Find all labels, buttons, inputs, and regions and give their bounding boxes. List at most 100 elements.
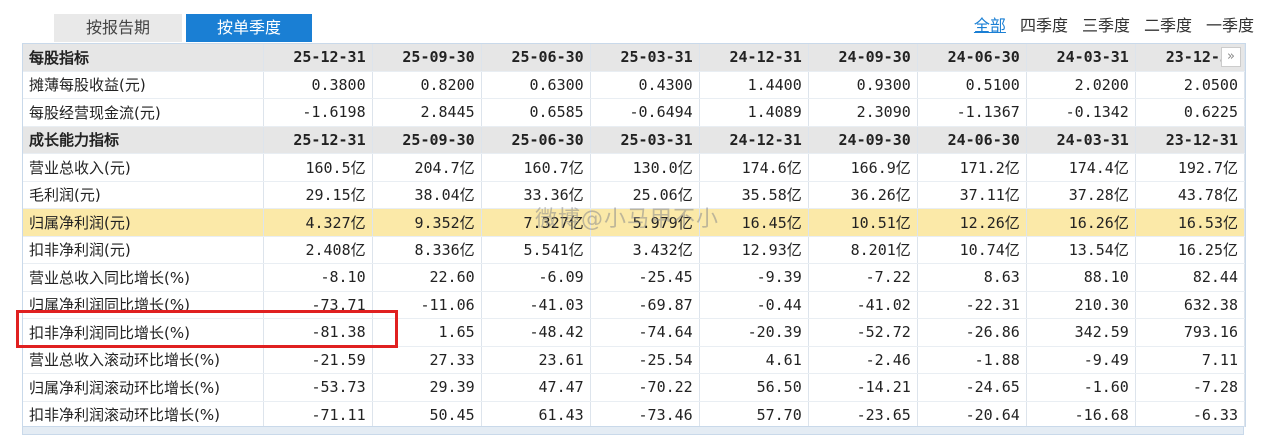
value-cell: -0.44 bbox=[699, 291, 809, 319]
row-label: 归属净利润(元) bbox=[23, 208, 264, 237]
financial-indicators-table: 每股指标 25-12-31 25-09-30 25-06-30 25-03-31 24-1… bbox=[23, 44, 1245, 427]
row-label: 归属净利润滚动环比增长(%) bbox=[23, 373, 264, 402]
value-cell: -0.1342 bbox=[1026, 98, 1136, 127]
value-cell: -41.02 bbox=[808, 291, 918, 319]
value-cell: 38.04亿 bbox=[372, 181, 482, 209]
value-cell: 36.26亿 bbox=[808, 181, 918, 209]
row-label: 营业总收入同比增长(%) bbox=[23, 263, 264, 292]
value-cell: 160.5亿 bbox=[263, 153, 373, 182]
value-cell: 0.9300 bbox=[808, 71, 918, 99]
table-row: 扣非净利润滚动环比增长(%) -71.11 50.45 61.43 -73.46 57.7… bbox=[23, 401, 1245, 427]
value-cell: 10.51亿 bbox=[808, 208, 918, 237]
value-cell: 3.432亿 bbox=[590, 236, 700, 264]
value-cell: -1.1367 bbox=[917, 98, 1027, 127]
row-label: 营业总收入(元) bbox=[23, 153, 264, 182]
value-cell: -14.21 bbox=[808, 373, 918, 402]
value-cell: 5.979亿 bbox=[590, 208, 700, 237]
section-header-row: 成长能力指标 25-12-31 25-09-30 25-06-30 25-03-31 24… bbox=[23, 126, 1245, 154]
value-cell: -7.22 bbox=[808, 263, 918, 292]
value-cell: -52.72 bbox=[808, 318, 918, 347]
date-header-cell: 25-06-30 bbox=[481, 126, 591, 154]
tab-single-quarter[interactable]: 按单季度 bbox=[186, 14, 312, 42]
value-cell: 7.327亿 bbox=[481, 208, 591, 237]
value-cell: -9.49 bbox=[1026, 346, 1136, 374]
value-cell: -1.60 bbox=[1026, 373, 1136, 402]
filter-q3[interactable]: 三季度 bbox=[1082, 12, 1130, 36]
table-row: 归属净利润(元) 4.327亿 9.352亿 7.327亿 5.979亿 16.45亿 10… bbox=[23, 208, 1245, 237]
date-header-cell: 25-09-30 bbox=[372, 126, 482, 154]
value-cell: 57.70 bbox=[699, 401, 809, 427]
value-cell: 10.74亿 bbox=[917, 236, 1027, 264]
value-cell: 82.44 bbox=[1135, 263, 1245, 292]
value-cell: 43.78亿 bbox=[1135, 181, 1245, 209]
value-cell: 4.327亿 bbox=[263, 208, 373, 237]
table-row: 摊薄每股收益(元) 0.3800 0.8200 0.6300 0.4300 1.4400 0… bbox=[23, 71, 1245, 99]
value-cell: -2.46 bbox=[808, 346, 918, 374]
view-tabs: 按报告期 按单季度 bbox=[54, 14, 312, 42]
value-cell: 192.7亿 bbox=[1135, 153, 1245, 182]
value-cell: -41.03 bbox=[481, 291, 591, 319]
scroll-right-button[interactable]: » bbox=[1221, 47, 1241, 67]
date-header-cell: 23-12-31 bbox=[1135, 126, 1245, 154]
value-cell: 2.3090 bbox=[808, 98, 918, 127]
value-cell: -22.31 bbox=[917, 291, 1027, 319]
value-cell: 8.336亿 bbox=[372, 236, 482, 264]
value-cell: 37.28亿 bbox=[1026, 181, 1136, 209]
value-cell: -69.87 bbox=[590, 291, 700, 319]
table-row: 每股经营现金流(元) -1.6198 2.8445 0.6585 -0.6494 1.40… bbox=[23, 98, 1245, 127]
table-row: 营业总收入滚动环比增长(%) -21.59 27.33 23.61 -25.54 4.61… bbox=[23, 346, 1245, 374]
value-cell: -23.65 bbox=[808, 401, 918, 427]
value-cell: 2.0500 bbox=[1135, 71, 1245, 99]
value-cell: 2.8445 bbox=[372, 98, 482, 127]
value-cell: 29.39 bbox=[372, 373, 482, 402]
date-header-cell: 24-03-31 bbox=[1026, 126, 1136, 154]
value-cell: 0.8200 bbox=[372, 71, 482, 99]
value-cell: -11.06 bbox=[372, 291, 482, 319]
date-header-cell: 24-09-30 bbox=[808, 44, 918, 72]
value-cell: 4.61 bbox=[699, 346, 809, 374]
date-header-cell: 24-09-30 bbox=[808, 126, 918, 154]
row-label: 毛利润(元) bbox=[23, 181, 264, 209]
value-cell: 35.58亿 bbox=[699, 181, 809, 209]
value-cell: 793.16 bbox=[1135, 318, 1245, 347]
filter-all[interactable]: 全部 bbox=[974, 12, 1006, 36]
value-cell: 16.53亿 bbox=[1135, 208, 1245, 237]
value-cell: 0.6300 bbox=[481, 71, 591, 99]
table-row: 扣非净利润同比增长(%) -81.38 1.65 -48.42 -74.64 -20.39… bbox=[23, 318, 1245, 347]
section-title: 成长能力指标 bbox=[23, 126, 264, 154]
value-cell: -53.73 bbox=[263, 373, 373, 402]
tab-report-period[interactable]: 按报告期 bbox=[54, 14, 182, 42]
filter-q1[interactable]: 一季度 bbox=[1206, 12, 1254, 36]
value-cell: -71.11 bbox=[263, 401, 373, 427]
row-label: 摊薄每股收益(元) bbox=[23, 71, 264, 99]
filter-q4[interactable]: 四季度 bbox=[1020, 12, 1068, 36]
value-cell: 0.5100 bbox=[917, 71, 1027, 99]
table-row: 扣非净利润(元) 2.408亿 8.336亿 5.541亿 3.432亿 12.93亿 8.… bbox=[23, 236, 1245, 264]
value-cell: 210.30 bbox=[1026, 291, 1136, 319]
value-cell: 204.7亿 bbox=[372, 153, 482, 182]
row-label: 归属净利润同比增长(%) bbox=[23, 291, 264, 319]
row-label: 扣非净利润同比增长(%) bbox=[23, 318, 264, 347]
row-label: 营业总收入滚动环比增长(%) bbox=[23, 346, 264, 374]
value-cell: 13.54亿 bbox=[1026, 236, 1136, 264]
value-cell: 1.4400 bbox=[699, 71, 809, 99]
value-cell: 29.15亿 bbox=[263, 181, 373, 209]
value-cell: 61.43 bbox=[481, 401, 591, 427]
horizontal-scrollbar[interactable] bbox=[22, 426, 1244, 435]
section-header-row: 每股指标 25-12-31 25-09-30 25-06-30 25-03-31 24-1… bbox=[23, 44, 1245, 72]
value-cell: 12.26亿 bbox=[917, 208, 1027, 237]
value-cell: -26.86 bbox=[917, 318, 1027, 347]
filter-q2[interactable]: 二季度 bbox=[1144, 12, 1192, 36]
value-cell: 174.4亿 bbox=[1026, 153, 1136, 182]
value-cell: -20.39 bbox=[699, 318, 809, 347]
value-cell: -48.42 bbox=[481, 318, 591, 347]
section-title: 每股指标 bbox=[23, 44, 264, 72]
value-cell: 50.45 bbox=[372, 401, 482, 427]
value-cell: 27.33 bbox=[372, 346, 482, 374]
value-cell: 16.45亿 bbox=[699, 208, 809, 237]
value-cell: -1.6198 bbox=[263, 98, 373, 127]
date-header-cell: 24-12-31 bbox=[699, 44, 809, 72]
value-cell: -73.71 bbox=[263, 291, 373, 319]
value-cell: -7.28 bbox=[1135, 373, 1245, 402]
value-cell: 16.26亿 bbox=[1026, 208, 1136, 237]
